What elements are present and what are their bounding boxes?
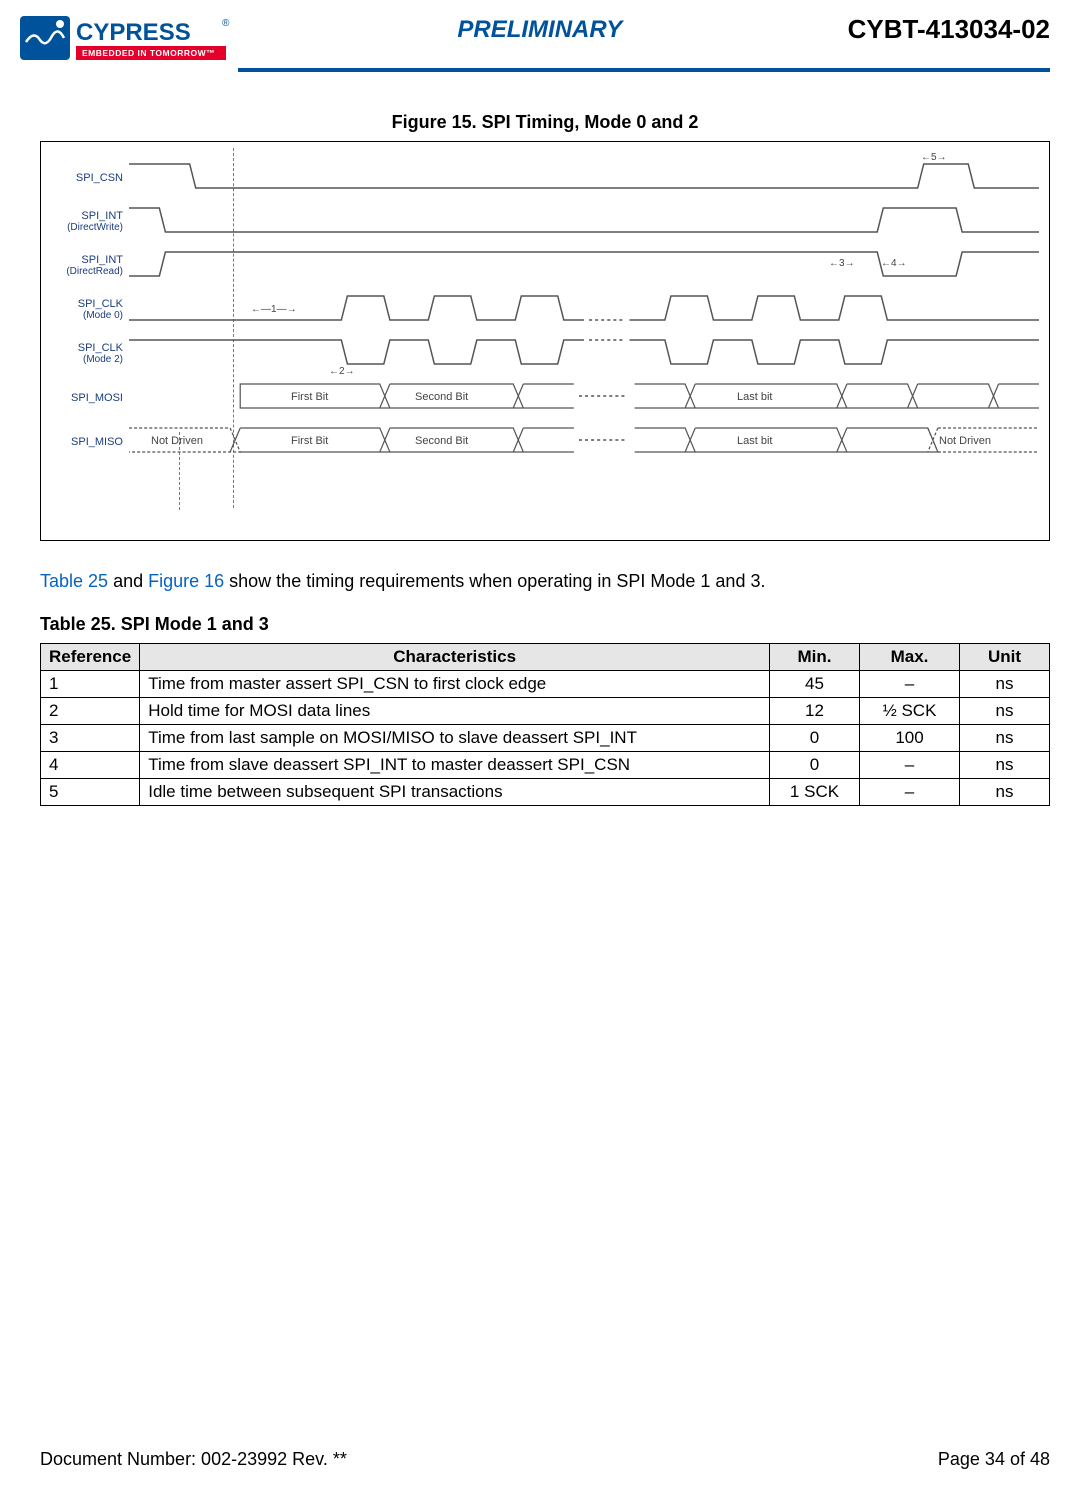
th-unit: Unit [960,644,1050,671]
miso-last-bit: Last bit [737,435,772,447]
page-footer: Document Number: 002-23992 Rev. ** Page … [40,1449,1050,1470]
table-row: 1 Time from master assert SPI_CSN to fir… [41,671,1050,698]
marker-1: 1 [271,304,277,315]
signal-label-clk2: SPI_CLK (Mode 2) [51,342,129,366]
th-characteristics: Characteristics [140,644,770,671]
th-min: Min. [770,644,860,671]
table-row: 2 Hold time for MOSI data lines 12 ½ SCK… [41,698,1050,725]
signal-label-miso: SPI_MISO [51,436,129,448]
miso-not-driven-1: Not Driven [151,435,203,447]
table-row: 5 Idle time between subsequent SPI trans… [41,779,1050,806]
timing-paragraph: Table 25 and Figure 16 show the timing r… [40,571,1050,592]
signal-row-int-dr: SPI_INT (DirectRead) ←3→ ←4→ [51,244,1039,288]
link-table25[interactable]: Table 25 [40,571,108,591]
signal-row-clk2: SPI_CLK (Mode 2) ←2→ [51,332,1039,376]
signal-row-mosi: SPI_MOSI First Bit Second Bit Last bit [51,376,1039,420]
signal-label-clk0: SPI_CLK (Mode 0) [51,298,129,322]
signal-label-int-dr: SPI_INT (DirectRead) [51,254,129,278]
logo-text: CYPRESS [76,19,191,46]
page-content: Figure 15. SPI Timing, Mode 0 and 2 SPI_… [0,72,1090,806]
miso-first-bit: First Bit [291,435,328,447]
mosi-second-bit: Second Bit [415,391,468,403]
page-header: CYPRESS ® EMBEDDED IN TOMORROW™ PRELIMIN… [0,0,1090,68]
document-number: Document Number: 002-23992 Rev. ** [40,1449,347,1470]
spi-mode-table: Reference Characteristics Min. Max. Unit… [40,643,1050,806]
signal-label-csn: SPI_CSN [51,172,129,184]
signal-row-miso: SPI_MISO Not Driven First Bit Second Bit… [51,420,1039,464]
svg-text:EMBEDDED IN TOMORROW™: EMBEDDED IN TOMORROW™ [82,48,215,58]
page-number: Page 34 of 48 [938,1449,1050,1470]
part-number: CYBT-413034-02 [848,14,1050,45]
table-row: 3 Time from last sample on MOSI/MISO to … [41,725,1050,752]
th-max: Max. [860,644,960,671]
cypress-logo: CYPRESS ® EMBEDDED IN TOMORROW™ [20,12,232,64]
miso-not-driven-2: Not Driven [939,435,991,447]
th-reference: Reference [41,644,140,671]
mosi-last-bit: Last bit [737,391,772,403]
timing-diagram: SPI_CSN ←5→ SPI_INT (DirectWrite) [40,141,1050,541]
signal-label-int-dw: SPI_INT (DirectWrite) [51,210,129,234]
signal-row-int-dw: SPI_INT (DirectWrite) [51,200,1039,244]
link-figure16[interactable]: Figure 16 [148,571,224,591]
signal-row-csn: SPI_CSN ←5→ [51,156,1039,200]
preliminary-label: PRELIMINARY [232,16,848,44]
table-row: 4 Time from slave deassert SPI_INT to ma… [41,752,1050,779]
signal-row-clk0: SPI_CLK (Mode 0) ←—1—→ [51,288,1039,332]
table-caption: Table 25. SPI Mode 1 and 3 [40,614,1050,635]
svg-text:®: ® [222,18,230,29]
mosi-first-bit: First Bit [291,391,328,403]
table-header-row: Reference Characteristics Min. Max. Unit [41,644,1050,671]
signal-label-mosi: SPI_MOSI [51,392,129,404]
miso-second-bit: Second Bit [415,435,468,447]
figure-caption: Figure 15. SPI Timing, Mode 0 and 2 [40,112,1050,133]
